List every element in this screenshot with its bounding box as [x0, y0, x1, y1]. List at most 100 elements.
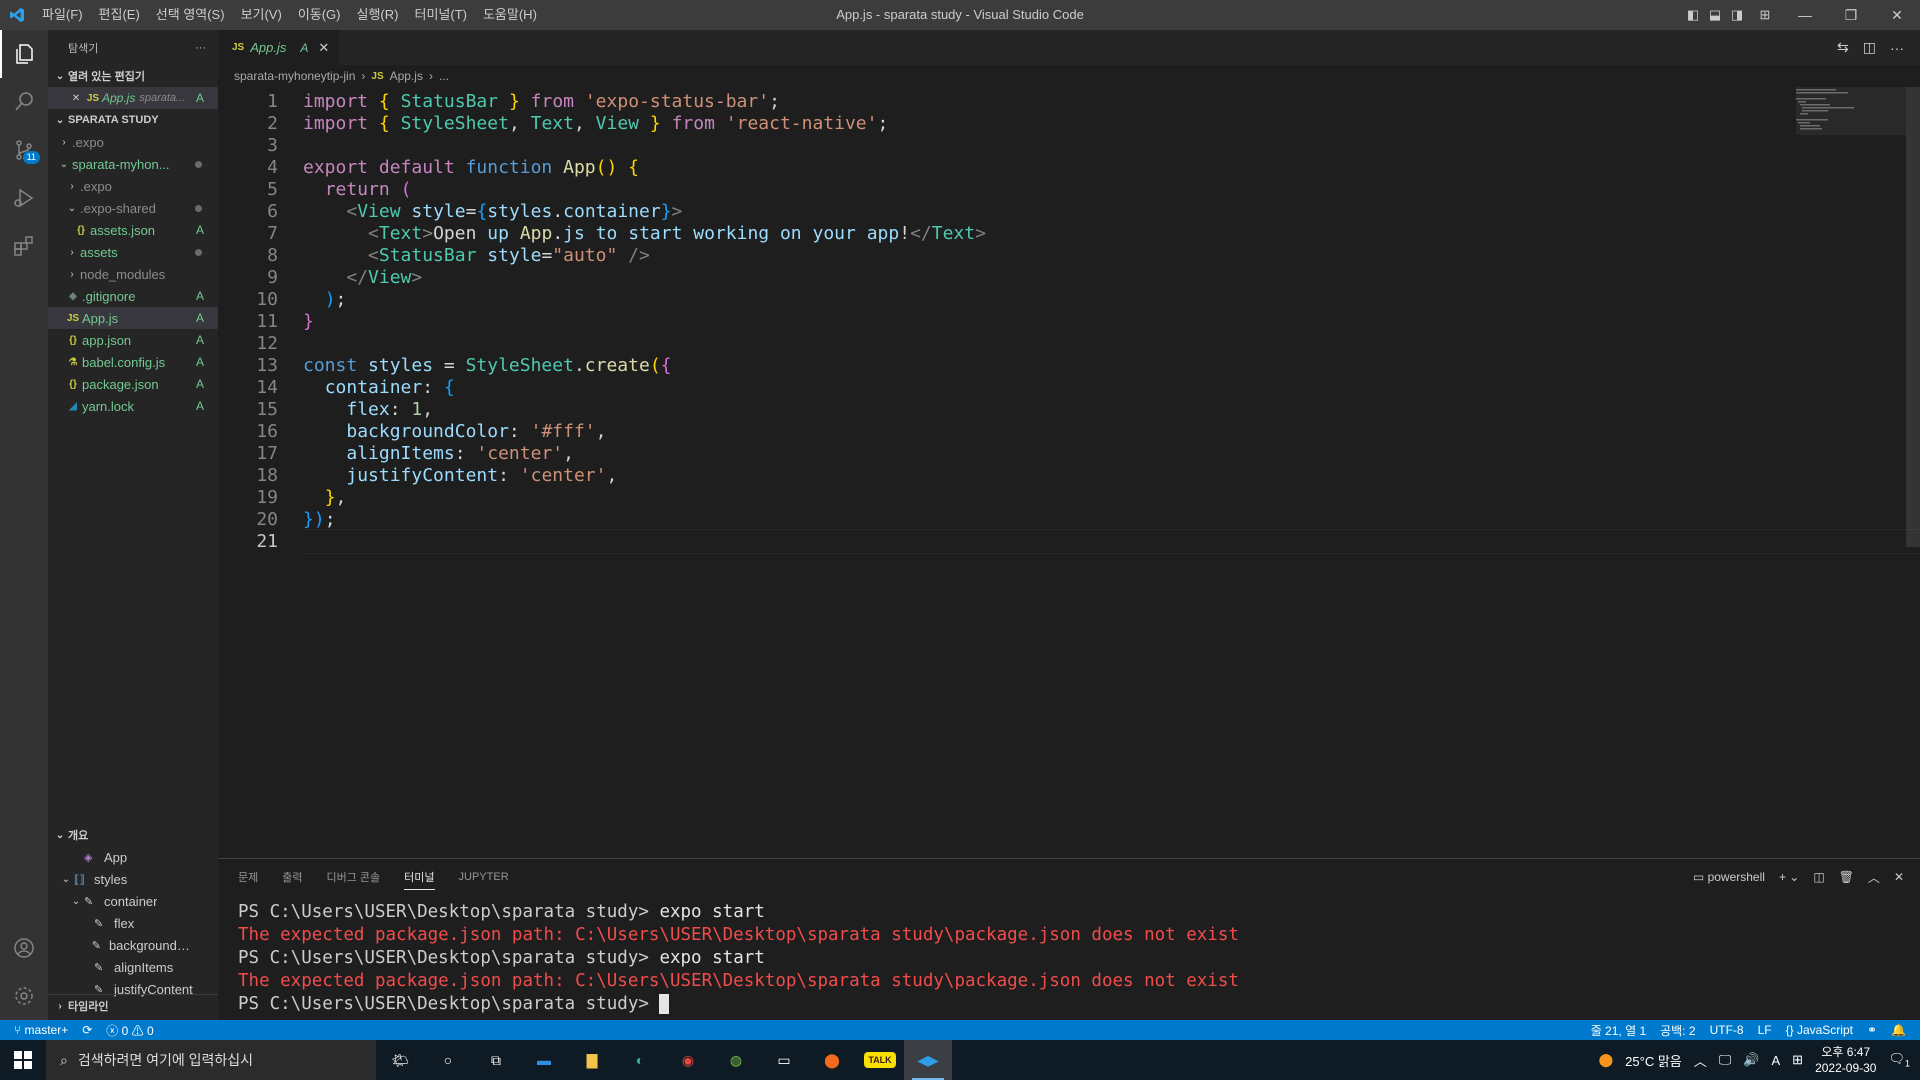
- open-editor-item[interactable]: ✕ JS App.js sparata... A: [48, 87, 218, 109]
- tree-item[interactable]: {} app.json A: [48, 329, 218, 351]
- encoding[interactable]: UTF-8: [1710, 1023, 1744, 1037]
- toggle-sidebar-icon[interactable]: ◧: [1682, 0, 1704, 30]
- outline-item[interactable]: ⌄ ⟦⟧ styles: [48, 868, 218, 890]
- breadcrumb-folder[interactable]: sparata-myhoneytip-jin: [234, 69, 355, 83]
- outline-header[interactable]: ⌄ 개요: [48, 824, 218, 846]
- windows-start-icon[interactable]: [0, 1040, 46, 1080]
- menu-item[interactable]: 터미널(T): [406, 0, 474, 30]
- chrome-browser-icon[interactable]: ◉: [664, 1040, 712, 1080]
- tree-item[interactable]: {} package.json A: [48, 373, 218, 395]
- timeline-header[interactable]: › 타임라인: [48, 995, 218, 1017]
- tree-item[interactable]: ⌄ sparata-myhon...: [48, 153, 218, 175]
- live-share-icon[interactable]: ⚭: [1867, 1023, 1877, 1037]
- outline-item[interactable]: ✎ alignItems: [48, 956, 218, 978]
- restore-button[interactable]: ❐: [1828, 0, 1874, 30]
- terminal-output[interactable]: PS C:\Users\USER\Desktop\sparata study> …: [238, 901, 1239, 1016]
- menu-item[interactable]: 이동(G): [290, 0, 349, 30]
- run-debug-icon[interactable]: [0, 174, 48, 222]
- outline-item[interactable]: ✎ backgroundColor: [48, 934, 218, 956]
- mail-app-icon[interactable]: ▬: [520, 1040, 568, 1080]
- search-icon[interactable]: [0, 78, 48, 126]
- git-branch[interactable]: ⑂ master+: [14, 1023, 68, 1037]
- settings-gear-icon[interactable]: [0, 972, 48, 1020]
- end-of-line[interactable]: LF: [1758, 1023, 1772, 1037]
- more-actions-icon[interactable]: ···: [195, 42, 206, 54]
- project-section[interactable]: ⌄ SPARATA STUDY: [48, 109, 218, 131]
- kill-terminal-icon[interactable]: 🗑: [1839, 870, 1854, 884]
- menu-item[interactable]: 편집(E): [91, 0, 148, 30]
- menu-item[interactable]: 선택 영역(S): [148, 0, 233, 30]
- breadcrumb-file[interactable]: App.js: [390, 69, 423, 83]
- close-icon[interactable]: ✕: [68, 93, 84, 104]
- app-orange-icon[interactable]: ⬤: [808, 1040, 856, 1080]
- tree-item[interactable]: ⌄ .expo-shared: [48, 197, 218, 219]
- toggle-secondary-sidebar-icon[interactable]: ◨: [1726, 0, 1748, 30]
- problems-indicator[interactable]: ⓧ 0 ⚠ 0: [106, 1022, 153, 1039]
- indentation[interactable]: 공백: 2: [1660, 1022, 1695, 1039]
- cursor-position[interactable]: 줄 21, 열 1: [1591, 1022, 1646, 1039]
- new-terminal-icon[interactable]: + ⌄: [1779, 870, 1799, 884]
- breadcrumb-symbol[interactable]: ...: [439, 69, 449, 83]
- file-explorer-icon[interactable]: ▇: [568, 1040, 616, 1080]
- tree-item[interactable]: JS App.js A: [48, 307, 218, 329]
- source-control-icon[interactable]: 11: [0, 126, 48, 174]
- terminal-shell-label[interactable]: ▭ powershell: [1693, 870, 1765, 884]
- open-changes-icon[interactable]: ⇆: [1837, 39, 1849, 56]
- menu-item[interactable]: 파일(F): [34, 0, 91, 30]
- taskbar-search-box[interactable]: ⌕ 검색하려면 여기에 입력하십시: [46, 1040, 376, 1080]
- panel-tab[interactable]: 출력: [282, 869, 302, 885]
- tray-chevron-icon[interactable]: ︿: [1694, 1051, 1707, 1070]
- cortana-icon[interactable]: ○: [424, 1040, 472, 1080]
- minimap[interactable]: [1796, 87, 1906, 137]
- minimize-button[interactable]: —: [1782, 0, 1828, 30]
- tab-app-js[interactable]: JS App.js A ✕: [218, 30, 340, 65]
- clock[interactable]: 오후 6:47 2022-09-30: [1815, 1044, 1876, 1076]
- panel-tab[interactable]: JUPYTER: [459, 871, 509, 883]
- tree-item[interactable]: › .expo: [48, 175, 218, 197]
- action-center-icon[interactable]: 🗨1: [1888, 1051, 1910, 1069]
- vscode-taskbar-icon[interactable]: ◀▶: [904, 1040, 952, 1080]
- outline-item[interactable]: ⌄ ✎ container: [48, 890, 218, 912]
- vertical-scrollbar[interactable]: [1906, 87, 1920, 687]
- android-studio-icon[interactable]: ◍: [712, 1040, 760, 1080]
- close-tab-icon[interactable]: ✕: [318, 40, 329, 56]
- language-mode[interactable]: {} JavaScript: [1786, 1023, 1853, 1037]
- account-icon[interactable]: [0, 924, 48, 972]
- tree-item[interactable]: ◆ .gitignore A: [48, 285, 218, 307]
- close-window-button[interactable]: ✕: [1874, 0, 1920, 30]
- extensions-icon[interactable]: [0, 222, 48, 270]
- ime-indicator[interactable]: A: [1772, 1053, 1781, 1068]
- panel-tab[interactable]: 문제: [238, 869, 258, 885]
- open-editors-section[interactable]: ⌄ 열려 있는 편집기: [48, 65, 218, 87]
- task-view-icon[interactable]: ⧉: [472, 1040, 520, 1080]
- code-editor[interactable]: 1 import { StatusBar } from 'expo-status-…: [218, 87, 1920, 677]
- outline-item[interactable]: ✎ flex: [48, 912, 218, 934]
- menu-item[interactable]: 도움말(H): [475, 0, 545, 30]
- tree-item[interactable]: › node_modules: [48, 263, 218, 285]
- explorer-icon[interactable]: [0, 30, 48, 78]
- toggle-panel-icon[interactable]: ⬓: [1704, 0, 1726, 30]
- outline-item[interactable]: ◈ App: [48, 846, 218, 868]
- news-widget-icon[interactable]: 🌤: [376, 1040, 424, 1080]
- volume-icon[interactable]: 🔊: [1743, 1052, 1759, 1068]
- ime-mode-icon[interactable]: ⊞: [1792, 1052, 1803, 1068]
- maximize-panel-icon[interactable]: ︿: [1868, 869, 1880, 886]
- split-editor-icon[interactable]: ◫: [1863, 39, 1876, 56]
- tree-item[interactable]: {} assets.json A: [48, 219, 218, 241]
- notifications-bell-icon[interactable]: 🔔: [1891, 1023, 1906, 1037]
- close-panel-icon[interactable]: ✕: [1894, 870, 1904, 884]
- menu-item[interactable]: 보기(V): [233, 0, 290, 30]
- editor-more-icon[interactable]: ···: [1890, 40, 1904, 56]
- panel-tab[interactable]: 디버그 콘솔: [327, 869, 381, 885]
- customize-layout-icon[interactable]: ⊞: [1748, 0, 1782, 30]
- weather-text[interactable]: 25°C 맑음: [1625, 1051, 1682, 1070]
- tree-item[interactable]: ⚗ babel.config.js A: [48, 351, 218, 373]
- network-icon[interactable]: 🖵: [1719, 1052, 1732, 1068]
- menu-item[interactable]: 실행(R): [349, 0, 407, 30]
- tree-item[interactable]: ◢ yarn.lock A: [48, 395, 218, 417]
- tree-item[interactable]: › assets: [48, 241, 218, 263]
- kakaotalk-icon[interactable]: TALK: [856, 1040, 904, 1080]
- tree-item[interactable]: › .expo: [48, 131, 218, 153]
- sync-icon[interactable]: ⟳: [82, 1023, 92, 1037]
- edge-browser-icon[interactable]: ◐: [616, 1040, 664, 1080]
